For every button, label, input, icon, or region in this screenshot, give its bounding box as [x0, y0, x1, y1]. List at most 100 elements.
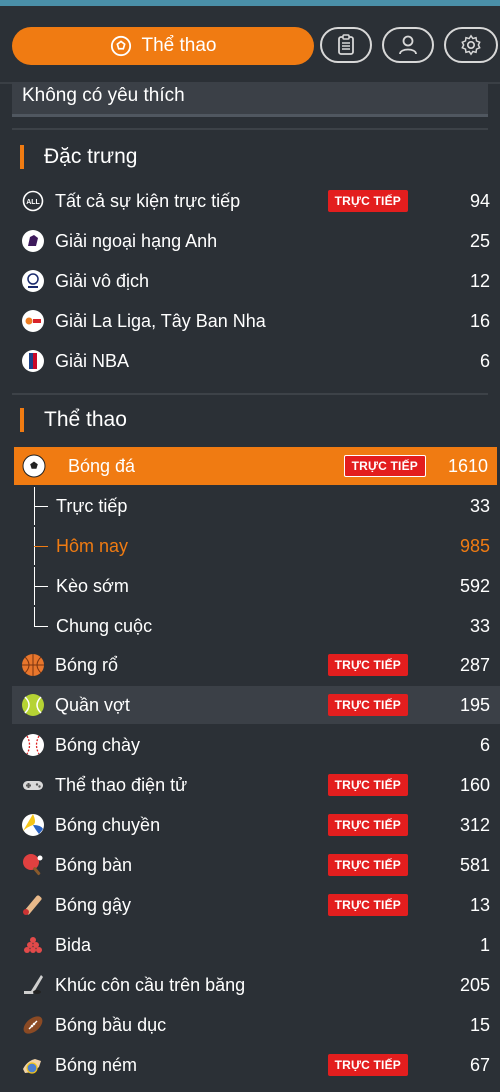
live-badge: TRỰC TIẾP: [343, 455, 426, 477]
sport-item-label: Bóng rổ: [55, 654, 119, 675]
sport-item-tennis[interactable]: Quần vợt TRỰC TIẾP 195: [12, 686, 500, 724]
featured-item-label: Tất cả sự kiện trực tiếp: [55, 190, 241, 211]
sport-item-count: 1: [479, 934, 490, 955]
sport-item-football[interactable]: Bóng đá TRỰC TIẾP 1610: [14, 447, 497, 485]
sub-item-label: Kèo sớm: [56, 575, 129, 596]
featured-item-label: Giải vô địch: [55, 270, 150, 291]
sport-item-count: 15: [469, 1014, 490, 1035]
sport-item-count: 13: [469, 894, 490, 915]
featured-item-label: Giải ngoại hạng Anh: [55, 230, 218, 251]
tree-connector: [32, 487, 56, 525]
section-divider: [12, 393, 488, 395]
sport-item-label: Bóng chày: [55, 734, 141, 755]
favorites-empty-message: Không có yêu thích: [12, 82, 488, 117]
tab-bar: Thể thao: [0, 6, 500, 84]
tab-account[interactable]: [382, 27, 434, 63]
featured-item-laliga[interactable]: Giải La Liga, Tây Ban Nha 16: [12, 302, 500, 340]
ice-hockey-icon: [21, 973, 45, 997]
live-badge: TRỰC TIẾP: [327, 654, 408, 676]
tree-connector: [32, 567, 56, 605]
tennis-ball-icon: [21, 693, 45, 717]
sport-item-count: 205: [459, 974, 490, 995]
sport-item-count: 160: [459, 774, 490, 795]
live-badge: TRỰC TIẾP: [327, 854, 408, 876]
sub-item-count: 33: [469, 615, 490, 636]
soccer-ball-icon: [110, 35, 131, 57]
sub-item-count: 985: [459, 535, 490, 556]
sport-item-ice-hockey[interactable]: Khúc côn cầu trên băng 205: [12, 966, 500, 1004]
tab-settings[interactable]: [444, 27, 498, 63]
sub-item-label: Trực tiếp: [56, 495, 128, 516]
champions-league-icon: [21, 269, 45, 293]
live-badge: TRỰC TIẾP: [327, 190, 408, 212]
sport-item-esports[interactable]: Thể thao điện tử TRỰC TIẾP 160: [12, 766, 500, 804]
featured-item-nba[interactable]: Giải NBA 6: [12, 342, 500, 380]
all-icon: ALL: [21, 189, 45, 213]
sport-item-label: Thể thao điện tử: [55, 774, 188, 795]
sport-item-rugby[interactable]: Bóng bầu dục 15: [12, 1006, 500, 1044]
sport-item-table-tennis[interactable]: Bóng bàn TRỰC TIẾP 581: [12, 846, 500, 884]
nba-icon: [21, 349, 45, 373]
billiards-icon: [21, 933, 45, 957]
sport-item-label: Bida: [55, 934, 92, 955]
sport-item-label: Bóng bầu dục: [55, 1014, 167, 1035]
basketball-icon: [21, 653, 45, 677]
soccer-ball-icon: [22, 454, 46, 478]
section-divider: [12, 128, 488, 130]
featured-item-premier-league[interactable]: Giải ngoại hạng Anh 25: [12, 222, 500, 260]
sport-item-volleyball[interactable]: Bóng chuyền TRỰC TIẾP 312: [12, 806, 500, 844]
sub-item-outright[interactable]: Chung cuộc 33: [12, 607, 500, 645]
sport-item-count: 312: [459, 814, 490, 835]
handball-icon: [21, 1053, 45, 1077]
sport-item-baseball[interactable]: Bóng chày 6: [12, 726, 500, 764]
sport-item-label: Bóng đá: [68, 455, 136, 476]
featured-item-label: Giải La Liga, Tây Ban Nha: [55, 310, 266, 331]
featured-item-count: 12: [469, 270, 490, 291]
svg-text:ALL: ALL: [26, 199, 40, 206]
clipboard-icon: [338, 34, 354, 55]
live-badge: TRỰC TIẾP: [327, 894, 408, 916]
sport-item-cricket[interactable]: Bóng gậy TRỰC TIẾP 13: [12, 886, 500, 924]
live-badge: TRỰC TIẾP: [327, 1054, 408, 1076]
live-badge: TRỰC TIẾP: [327, 814, 408, 836]
sport-item-count: 1610: [447, 455, 488, 476]
sport-item-label: Khúc côn cầu trên băng: [55, 974, 246, 995]
sports-title: Thể thao: [44, 408, 127, 431]
section-accent-bar: [20, 408, 24, 432]
featured-title: Đặc trưng: [44, 145, 138, 168]
sub-item-count: 33: [469, 495, 490, 516]
premier-league-icon: [21, 229, 45, 253]
tree-connector: [32, 607, 56, 645]
sub-item-today[interactable]: Hôm nay 985: [12, 527, 500, 565]
sport-item-count: 6: [479, 734, 490, 755]
featured-item-label: Giải NBA: [55, 350, 130, 371]
sports-section-title: Thể thao: [20, 406, 127, 434]
sport-item-label: Bóng gậy: [55, 894, 132, 915]
sub-item-early[interactable]: Kèo sớm 592: [12, 567, 500, 605]
sport-item-label: Bóng bàn: [55, 854, 133, 875]
sport-item-basketball[interactable]: Bóng rổ TRỰC TIẾP 287: [12, 646, 500, 684]
featured-item-count: 16: [469, 310, 490, 331]
tab-betslip[interactable]: [320, 27, 372, 63]
featured-item-champions[interactable]: Giải vô địch 12: [12, 262, 500, 300]
sport-item-label: Bóng chuyền: [55, 814, 161, 835]
featured-section-title: Đặc trưng: [20, 143, 137, 171]
sport-item-handball[interactable]: Bóng ném TRỰC TIẾP 67: [12, 1046, 500, 1084]
laliga-icon: [21, 309, 45, 333]
sport-item-label: Quần vợt: [55, 694, 130, 715]
table-tennis-icon: [21, 853, 45, 877]
featured-item-count: 25: [469, 230, 490, 251]
featured-item-all-live[interactable]: ALL Tất cả sự kiện trực tiếp TRỰC TIẾP 9…: [12, 182, 500, 220]
sport-item-label: Bóng ném: [55, 1054, 138, 1075]
tab-sports[interactable]: Thể thao: [12, 27, 314, 65]
sub-item-live[interactable]: Trực tiếp 33: [12, 487, 500, 525]
tree-connector: [32, 527, 56, 565]
rugby-ball-icon: [21, 1013, 45, 1037]
sub-item-label: Chung cuộc: [56, 615, 153, 636]
live-badge: TRỰC TIẾP: [327, 774, 408, 796]
gamepad-icon: [21, 773, 45, 797]
sport-item-billiards[interactable]: Bida 1: [12, 926, 500, 964]
featured-item-count: 6: [479, 350, 490, 371]
sub-item-count: 592: [459, 575, 490, 596]
volleyball-icon: [21, 813, 45, 837]
